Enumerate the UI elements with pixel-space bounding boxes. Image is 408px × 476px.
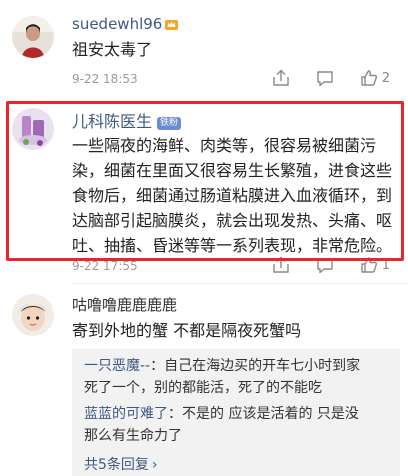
comment-text: 祖安太毒了 xyxy=(72,40,153,59)
share-button[interactable] xyxy=(272,256,290,274)
comment-icon xyxy=(317,258,333,274)
reply-button[interactable] xyxy=(316,256,334,274)
reply-author[interactable]: 一只恶魔-- xyxy=(84,358,150,374)
share-icon xyxy=(273,69,289,86)
replies-box[interactable]: 一只恶魔--：自己在海边买的开车七小时到家 死了一个，别的都能活，死了的不能吃 … xyxy=(72,349,400,476)
divider xyxy=(72,283,408,284)
reply-author[interactable]: 蓝蓝的可难了 xyxy=(84,406,168,422)
comment-text: 一些隔夜的海鲜、肉类等，很容易被细菌污 染，细菌在里面又很容易生长繁殖，进食这些… xyxy=(72,136,393,255)
reply-text: 那么有生命力了 xyxy=(84,428,182,444)
comment-text: 寄到外地的蟹 不都是隔夜死蟹吗 xyxy=(72,321,302,340)
username[interactable]: 儿科陈医生 铁粉 xyxy=(72,108,182,132)
timestamp: 9-22 18:53 xyxy=(72,72,138,86)
like-icon xyxy=(361,70,377,86)
like-count: 2 xyxy=(381,70,390,86)
username[interactable]: suedewhl96 xyxy=(72,15,179,33)
like-count: 1 xyxy=(381,257,390,273)
like-icon xyxy=(361,257,377,273)
like-button[interactable]: 2 xyxy=(360,69,390,87)
share-icon xyxy=(273,256,289,273)
chevron-right-icon: › xyxy=(151,457,158,473)
comment-icon xyxy=(317,71,333,87)
view-more-replies[interactable]: 共5条回复 › xyxy=(84,454,158,474)
reply-item[interactable]: 蓝蓝的可难了：不是的 应该是活着的 只是没 那么有生命力了 xyxy=(84,403,359,447)
username[interactable]: 咕噜噜鹿鹿鹿鹿 xyxy=(72,294,177,315)
fan-badge: 铁粉 xyxy=(157,117,182,130)
like-button[interactable]: 1 xyxy=(360,256,390,274)
reply-text: ：自己在海边买的开车七小时到家 xyxy=(150,358,361,374)
comment-actions: 2 xyxy=(272,69,390,87)
comment-actions: 1 xyxy=(272,256,390,274)
reply-text: 死了一个，别的都能活，死了的不能吃 xyxy=(84,380,322,396)
share-button[interactable] xyxy=(272,69,290,87)
avatar[interactable] xyxy=(12,16,54,58)
reply-text: ：不是的 应该是活着的 只是没 xyxy=(168,406,359,422)
avatar[interactable] xyxy=(12,108,54,150)
timestamp: 9-22 17:55 xyxy=(72,259,138,273)
vip-crown-icon xyxy=(165,16,179,30)
reply-button[interactable] xyxy=(316,69,334,87)
reply-item[interactable]: 一只恶魔--：自己在海边买的开车七小时到家 死了一个，别的都能活，死了的不能吃 xyxy=(84,355,360,399)
avatar[interactable] xyxy=(12,294,54,336)
